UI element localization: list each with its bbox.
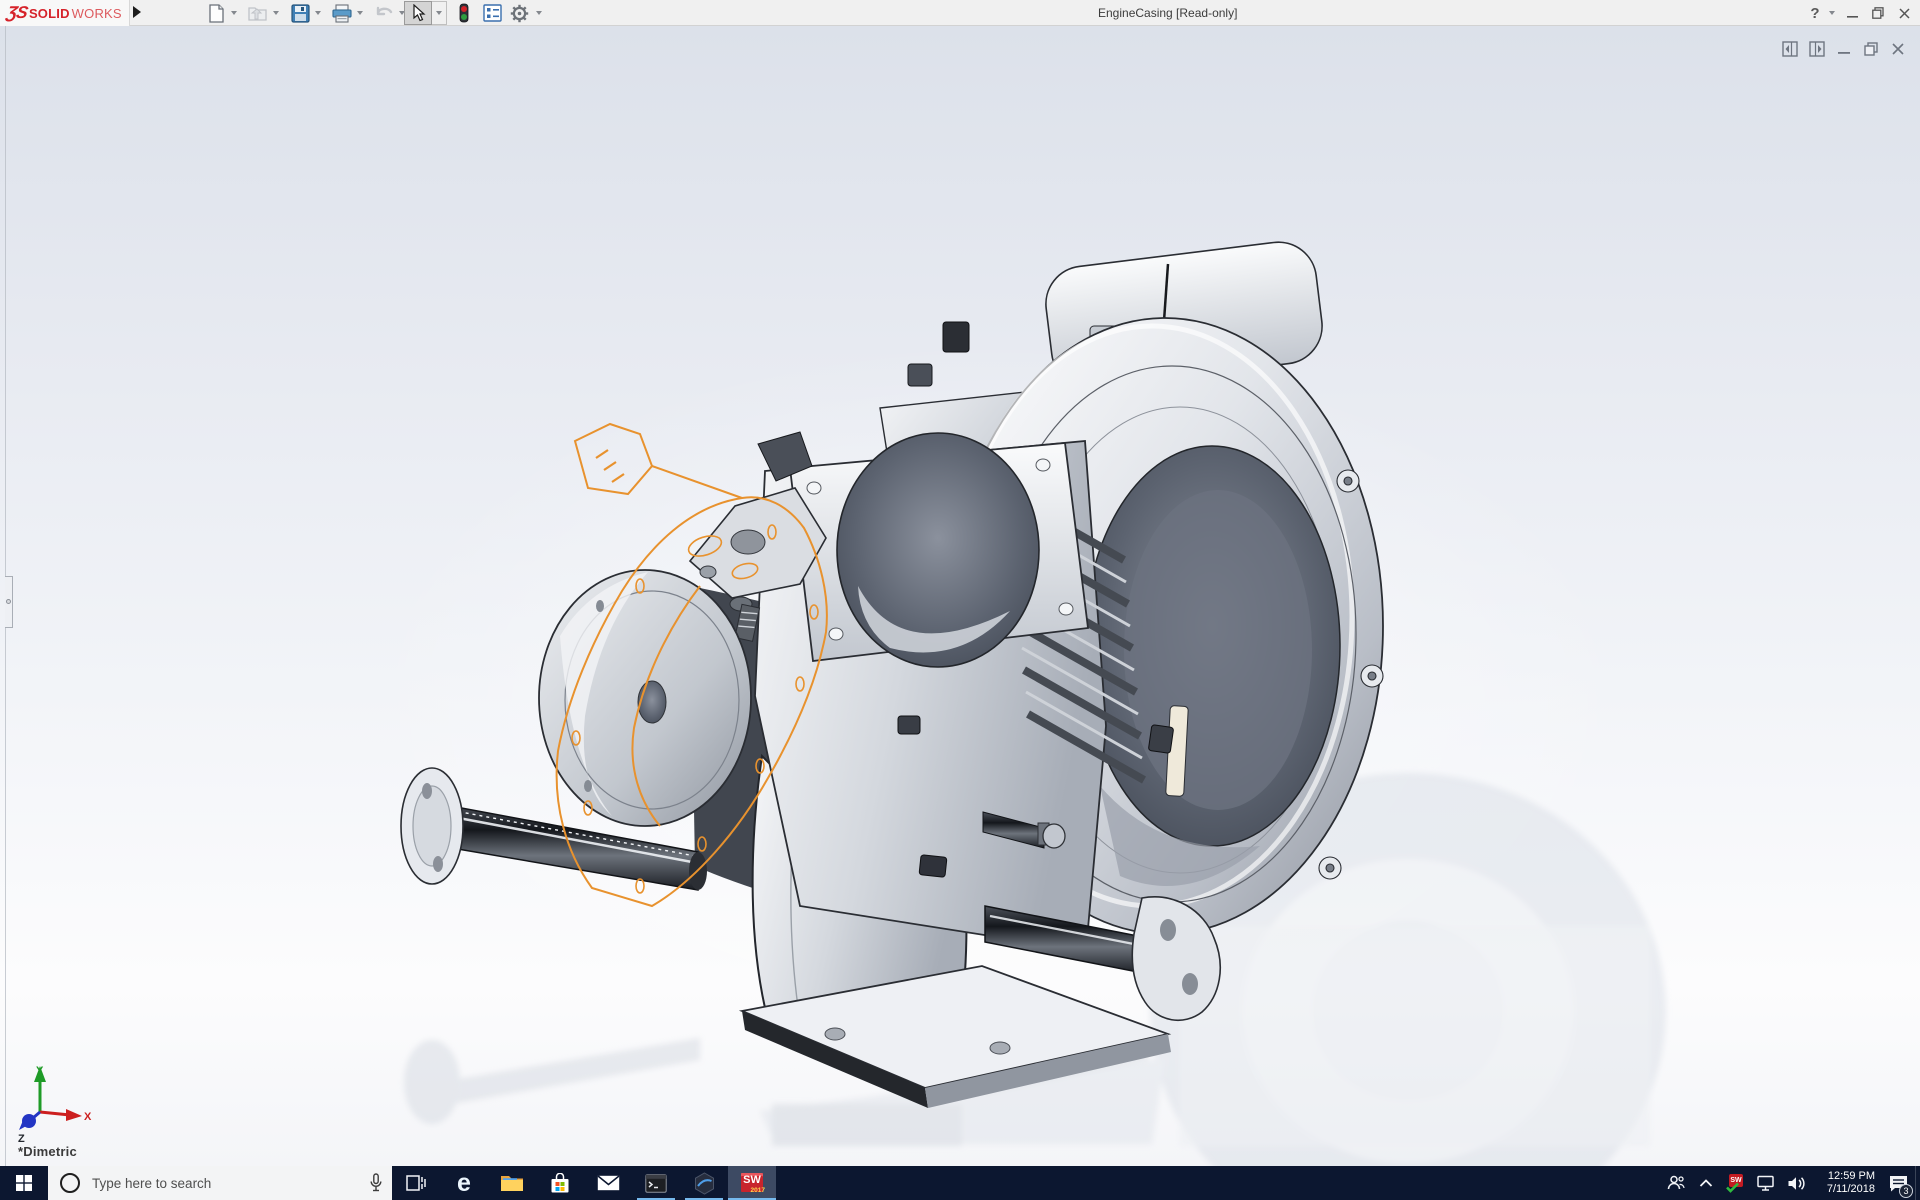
settings-button[interactable] xyxy=(508,2,530,24)
triad-y-label: Y xyxy=(36,1065,44,1077)
clock-date: 7/11/2018 xyxy=(1813,1183,1875,1196)
task-view-button[interactable] xyxy=(392,1166,440,1200)
microphone-icon[interactable] xyxy=(369,1173,383,1193)
edge-icon: e xyxy=(457,1171,471,1196)
solidworks-logo-mark: ƷS xyxy=(5,3,29,23)
options-list-icon xyxy=(483,4,502,22)
undo-button[interactable] xyxy=(373,2,395,24)
solidworks-app-icon: SW 2017 xyxy=(739,1170,765,1196)
new-document-caret[interactable] xyxy=(231,11,237,15)
solidworks-monitor-button[interactable]: SW xyxy=(1721,1166,1751,1200)
help-button[interactable]: ? xyxy=(1806,0,1824,26)
edrawings-button[interactable] xyxy=(680,1166,728,1200)
start-button[interactable] xyxy=(0,1166,48,1200)
print-icon xyxy=(332,4,352,23)
minimize-icon xyxy=(1847,8,1858,19)
select-tool-button[interactable] xyxy=(404,1,432,25)
open-button[interactable] xyxy=(247,2,269,24)
solidworks-logo-light: WORKS xyxy=(72,6,122,21)
undo-icon xyxy=(374,4,394,22)
3d-model-engine-casing[interactable] xyxy=(0,26,1920,1166)
command-prompt-icon xyxy=(645,1174,667,1193)
search-input[interactable] xyxy=(92,1176,392,1191)
show-hidden-icons-button[interactable] xyxy=(1691,1166,1721,1200)
save-caret[interactable] xyxy=(315,11,321,15)
clock-time: 12:59 PM xyxy=(1813,1170,1875,1183)
open-caret[interactable] xyxy=(273,11,279,15)
title-bar: ƷS SOLIDWORKS xyxy=(0,0,1920,26)
people-icon xyxy=(1667,1175,1685,1191)
mail-icon xyxy=(597,1175,620,1191)
cover-disc xyxy=(539,570,751,826)
chevron-up-icon xyxy=(1699,1178,1713,1188)
rebuild-button[interactable] xyxy=(453,2,475,24)
minimize-button[interactable] xyxy=(1842,0,1862,26)
print-caret[interactable] xyxy=(357,11,363,15)
save-floppy-icon xyxy=(291,4,310,23)
traffic-light-icon xyxy=(458,3,470,23)
options-list-button[interactable] xyxy=(481,2,503,24)
volume-button[interactable] xyxy=(1781,1166,1811,1200)
solidworks-icon-sw-text: SW xyxy=(739,1174,765,1186)
print-button[interactable] xyxy=(331,2,353,24)
command-prompt-button[interactable] xyxy=(632,1166,680,1200)
close-button[interactable] xyxy=(1894,0,1914,26)
view-orientation-label: *Dimetric xyxy=(18,1144,77,1159)
settings-gear-icon xyxy=(510,4,529,23)
system-tray: SW 12:59 PM 7/11/2018 xyxy=(1661,1166,1920,1200)
solidworks-logo: ƷS SOLIDWORKS xyxy=(0,0,130,26)
open-folder-icon xyxy=(248,4,268,22)
taskbar-clock[interactable]: 12:59 PM 7/11/2018 xyxy=(1813,1170,1875,1196)
hexagon-app-icon xyxy=(693,1172,716,1195)
file-explorer-button[interactable] xyxy=(488,1166,536,1200)
network-button[interactable] xyxy=(1751,1166,1781,1200)
task-view-icon xyxy=(406,1174,426,1192)
cortana-icon xyxy=(60,1173,80,1193)
menu-flyout-arrow-icon[interactable] xyxy=(133,6,141,18)
restore-button[interactable] xyxy=(1868,0,1888,26)
file-explorer-icon xyxy=(500,1173,524,1193)
solidworks-app-button[interactable]: SW 2017 xyxy=(728,1166,776,1200)
network-ethernet-icon xyxy=(1757,1175,1776,1192)
show-desktop-button[interactable] xyxy=(1915,1166,1920,1200)
new-document-icon xyxy=(208,4,225,23)
graphics-viewport[interactable]: Y X Z *Dimetric xyxy=(0,26,1920,1166)
restore-icon xyxy=(1872,7,1884,19)
orientation-triad: Y X Z xyxy=(14,1062,94,1152)
store-icon xyxy=(549,1173,571,1194)
solidworks-icon-year-text: 2017 xyxy=(751,1187,765,1194)
close-icon xyxy=(1899,8,1910,19)
select-cursor-icon xyxy=(411,4,426,22)
settings-caret[interactable] xyxy=(536,11,542,15)
save-button[interactable] xyxy=(289,2,311,24)
new-document-button[interactable] xyxy=(205,2,227,24)
cylinder-block xyxy=(755,433,1144,951)
microsoft-store-button[interactable] xyxy=(536,1166,584,1200)
triad-x-label: X xyxy=(84,1111,92,1123)
solidworks-tray-icon: SW xyxy=(1727,1174,1745,1192)
people-button[interactable] xyxy=(1661,1166,1691,1200)
edge-browser-button[interactable]: e xyxy=(440,1166,488,1200)
green-check-icon xyxy=(1726,1182,1740,1193)
windows-logo-icon xyxy=(16,1175,32,1191)
notification-badge: 3 xyxy=(1899,1184,1913,1198)
windows-taskbar: e xyxy=(0,1166,1920,1200)
action-center-button[interactable]: 3 xyxy=(1881,1166,1915,1200)
speaker-icon xyxy=(1787,1175,1806,1192)
help-caret[interactable] xyxy=(1829,11,1835,15)
mail-button[interactable] xyxy=(584,1166,632,1200)
solidworks-logo-bold: SOLID xyxy=(29,6,70,21)
window-title: EngineCasing [Read-only] xyxy=(1098,6,1237,20)
taskbar-search[interactable] xyxy=(48,1166,392,1200)
select-tool-caret[interactable] xyxy=(432,1,447,25)
